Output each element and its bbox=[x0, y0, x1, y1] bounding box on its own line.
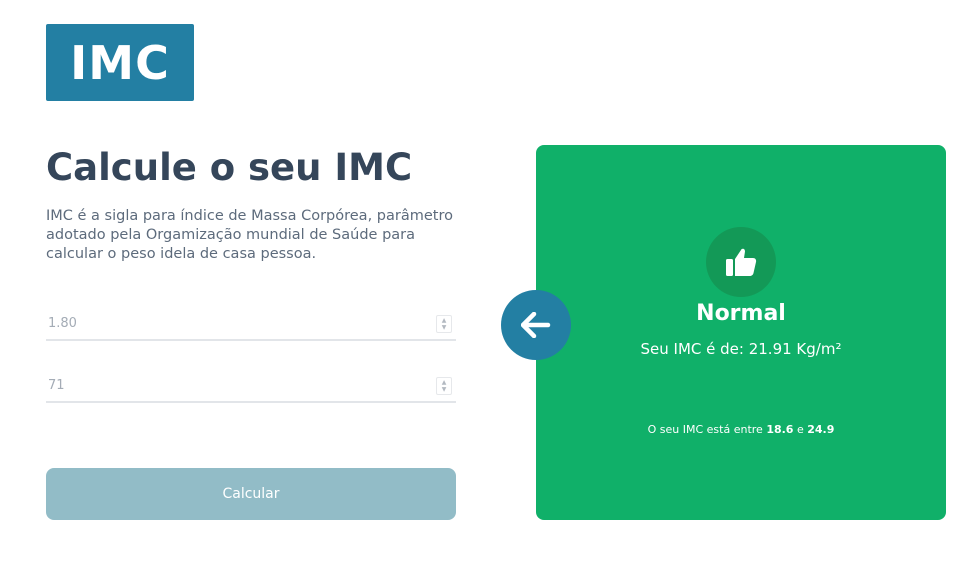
result-status: Normal bbox=[696, 301, 786, 326]
chevron-down-icon[interactable]: ▼ bbox=[442, 386, 447, 393]
chevron-up-icon[interactable]: ▲ bbox=[442, 379, 447, 386]
weight-stepper[interactable]: ▲ ▼ bbox=[436, 377, 452, 395]
weight-input[interactable] bbox=[46, 371, 428, 399]
result-value: Seu IMC é de: 21.91 Kg/m² bbox=[640, 340, 842, 358]
height-stepper[interactable]: ▲ ▼ bbox=[436, 315, 452, 333]
page: IMC Calcule o seu IMC IMC é a sigla para… bbox=[0, 0, 978, 571]
chevron-up-icon[interactable]: ▲ bbox=[442, 317, 447, 324]
height-field: ▲ ▼ bbox=[46, 309, 456, 341]
result-card: Normal Seu IMC é de: 21.91 Kg/m² O seu I… bbox=[536, 145, 946, 520]
logo: IMC bbox=[46, 24, 194, 101]
thumbs-up-icon bbox=[726, 248, 757, 276]
range-joiner: e bbox=[796, 423, 804, 436]
height-input[interactable] bbox=[46, 309, 428, 337]
arrow-left-icon bbox=[521, 312, 551, 338]
logo-text: IMC bbox=[70, 35, 170, 90]
range-max: 24.9 bbox=[807, 423, 835, 436]
weight-field: ▲ ▼ bbox=[46, 371, 456, 403]
chevron-down-icon[interactable]: ▼ bbox=[442, 324, 447, 331]
calculate-button[interactable]: Calcular bbox=[46, 468, 456, 520]
page-description: IMC é a sigla para índice de Massa Corpó… bbox=[46, 208, 453, 262]
range-prefix: O seu IMC está entre bbox=[647, 423, 763, 436]
range-min: 18.6 bbox=[766, 423, 794, 436]
result-range: O seu IMC está entre 18.6 e 24.9 bbox=[536, 423, 946, 436]
back-button[interactable] bbox=[501, 290, 571, 360]
page-title: Calcule o seu IMC bbox=[46, 146, 413, 189]
result-icon-badge bbox=[706, 227, 776, 297]
